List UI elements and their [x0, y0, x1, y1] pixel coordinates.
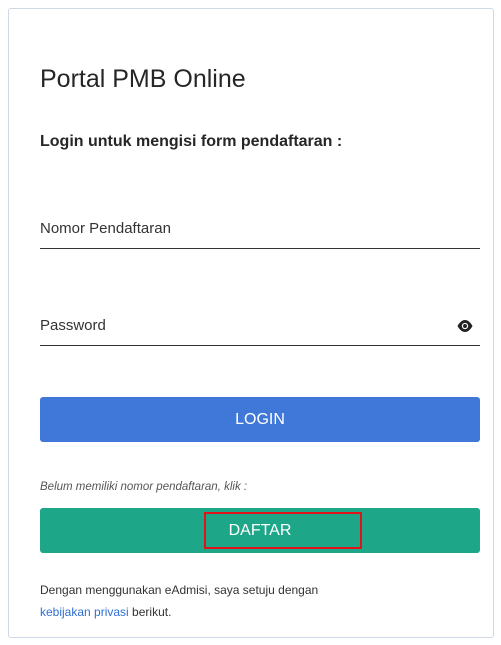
password-input[interactable] — [40, 306, 480, 345]
highlight-box — [204, 512, 362, 549]
register-hint: Belum memiliki nomor pendaftaran, klik : — [40, 481, 248, 493]
login-card: Portal PMB Online Login untuk mengisi fo… — [8, 8, 494, 638]
terms-text: Dengan menggunakan eAdmisi, saya setuju … — [40, 579, 480, 623]
eye-icon[interactable] — [456, 319, 474, 333]
daftar-button[interactable]: DAFTAR — [40, 508, 480, 553]
nomor-pendaftaran-input[interactable] — [40, 209, 480, 248]
page-title: Portal PMB Online — [40, 65, 246, 93]
login-button[interactable]: LOGIN — [40, 397, 480, 442]
privacy-policy-link[interactable]: kebijakan privasi — [40, 605, 129, 619]
login-subtitle: Login untuk mengisi form pendaftaran : — [40, 133, 343, 150]
nomor-pendaftaran-field — [40, 209, 480, 249]
password-field — [40, 306, 480, 346]
terms-line: Dengan menggunakan eAdmisi, saya setuju … — [40, 583, 319, 597]
terms-after: berikut. — [128, 605, 172, 619]
